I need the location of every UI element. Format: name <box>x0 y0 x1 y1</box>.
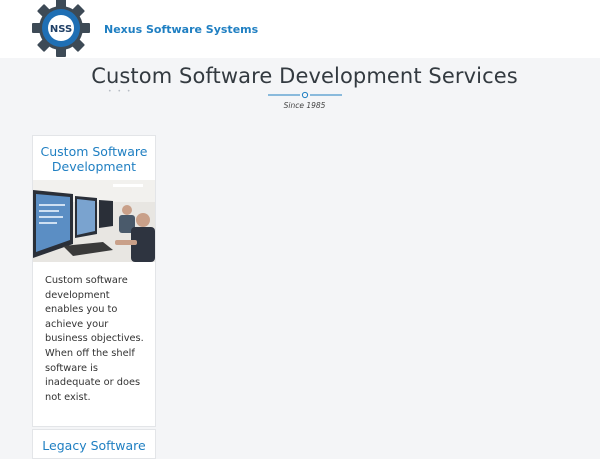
page-title: Custom Software Development Services <box>91 64 518 88</box>
service-card-custom-software: Custom Software Development Custom softw… <box>32 135 156 427</box>
nss-gear-logo[interactable]: NSS <box>31 0 91 58</box>
title-divider <box>268 91 342 99</box>
since-tagline: Since 1985 <box>283 101 326 110</box>
decorative-dots: • • • <box>108 88 133 95</box>
top-header: NSS Nexus Software Systems <box>0 0 600 58</box>
card-title-link[interactable]: Legacy Software <box>33 430 155 459</box>
card-title-link[interactable]: Custom Software Development <box>33 136 155 180</box>
service-card-legacy-software: Legacy Software <box>32 429 156 459</box>
developers-at-monitors-image[interactable] <box>33 180 155 262</box>
svg-text:NSS: NSS <box>50 24 72 35</box>
brand-name[interactable]: Nexus Software Systems <box>104 23 258 36</box>
card-description: Custom software development enables you … <box>45 275 144 403</box>
